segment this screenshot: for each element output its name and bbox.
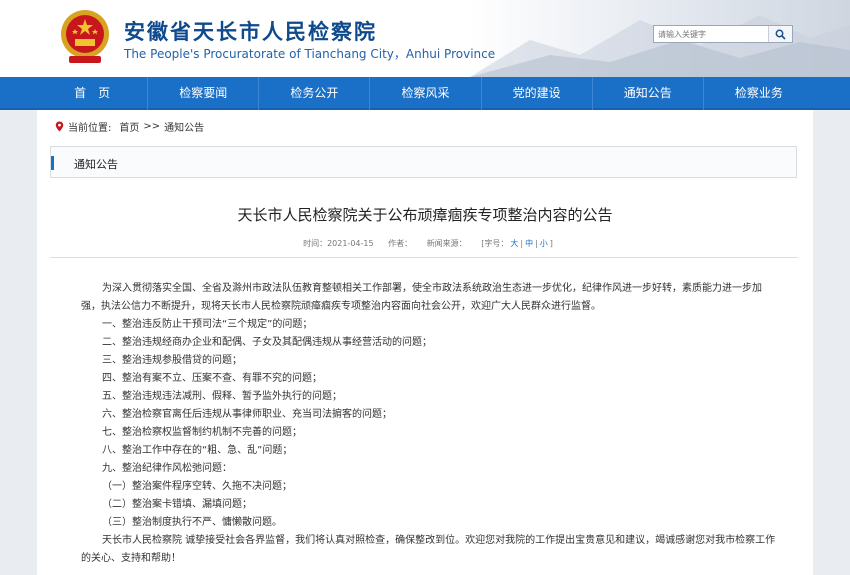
content-panel: 当前位置: 首页 >> 通知公告 通知公告 天长市人民检察院关于公布顽瘴痼疾专项… bbox=[37, 110, 813, 575]
divider bbox=[50, 257, 798, 258]
section-title: 通知公告 bbox=[74, 158, 118, 171]
nav-item-style[interactable]: 检察风采 bbox=[370, 77, 482, 110]
section-header: 通知公告 bbox=[50, 146, 797, 178]
site-header: 安徽省天长市人民检察院 The People's Procuratorate o… bbox=[0, 0, 850, 77]
site-title: 安徽省天长市人民检察院 bbox=[124, 19, 377, 44]
breadcrumb-label: 当前位置: bbox=[68, 123, 112, 134]
font-size-medium-link[interactable]: 中 bbox=[525, 239, 533, 248]
list-item: 三、整治违规参股借贷的问题； bbox=[102, 355, 242, 366]
nav-item-news[interactable]: 检察要闻 bbox=[148, 77, 260, 110]
list-item: （一）整治案件程序空转、久拖不决问题； bbox=[102, 481, 292, 492]
article-closing: 天长市人民检察院 诚挚接受社会各界监督，我们将认真对照检查，确保整改到位。欢迎您… bbox=[81, 535, 776, 564]
article-intro: 为深入贯彻落实全国、全省及滁州市政法队伍教育整顿相关工作部署，使全市政法系统政治… bbox=[81, 283, 762, 312]
breadcrumb-current-link[interactable]: 通知公告 bbox=[164, 119, 204, 134]
site-subtitle: The People's Procuratorate of Tianchang … bbox=[124, 47, 496, 61]
nav-item-home[interactable]: 首 页 bbox=[37, 77, 149, 110]
main-nav: 首 页 检察要闻 检务公开 检察风采 党的建设 通知公告 检察业务 bbox=[0, 77, 850, 110]
search-button[interactable] bbox=[768, 26, 792, 42]
article-body: 为深入贯彻落实全国、全省及滁州市政法队伍教育整顿相关工作部署，使全市政法系统政治… bbox=[81, 280, 781, 568]
list-item: 一、整治违反防止干预司法“三个规定”的问题； bbox=[102, 319, 313, 330]
font-size-small-link[interactable]: 小 bbox=[540, 239, 548, 248]
list-item: 八、整治工作中存在的“粗、急、乱”问题； bbox=[102, 445, 293, 456]
list-item: （三）整治制度执行不严、慵懒散问题。 bbox=[102, 517, 282, 528]
list-item: 二、整治违规经商办企业和配偶、子女及其配偶违规从事经营活动的问题； bbox=[102, 337, 432, 348]
list-item: （二）整治案卡错填、漏填问题； bbox=[102, 499, 252, 510]
nav-item-disclosure[interactable]: 检务公开 bbox=[259, 77, 371, 110]
nav-item-party[interactable]: 党的建设 bbox=[482, 77, 593, 110]
font-size-end: ] bbox=[549, 239, 553, 248]
list-item: 六、整治检察官离任后违规从事律师职业、充当司法掮客的问题； bbox=[102, 409, 392, 420]
section-accent-bar bbox=[51, 156, 54, 170]
list-item: 九、整治纪律作风松弛问题： bbox=[102, 463, 232, 474]
font-size-large-link[interactable]: 大 bbox=[510, 239, 518, 248]
list-item: 七、整治检察权监督制约机制不完善的问题； bbox=[102, 427, 302, 438]
breadcrumb-home-link[interactable]: 首页 bbox=[119, 119, 139, 134]
article-title: 天长市人民检察院关于公布顽瘴痼疾专项整治内容的公告 bbox=[237, 206, 613, 224]
breadcrumb-separator: >> bbox=[143, 121, 161, 132]
nav-item-notices[interactable]: 通知公告 bbox=[593, 77, 704, 110]
breadcrumb: 当前位置: 首页 >> 通知公告 bbox=[55, 119, 204, 134]
article-author: 作者： bbox=[388, 239, 413, 248]
article-meta: 时间：2021-04-15 作者： 新闻来源： [字号：大 | 中 | 小] bbox=[303, 239, 553, 248]
location-pin-icon bbox=[55, 121, 64, 132]
search-icon bbox=[775, 29, 786, 40]
nav-item-business[interactable]: 检察业务 bbox=[704, 77, 814, 110]
search-box bbox=[653, 25, 793, 43]
search-input[interactable] bbox=[654, 26, 768, 42]
list-item: 五、整治违规违法减刑、假释、暂予监外执行的问题； bbox=[102, 391, 342, 402]
font-size-label: [字号： bbox=[481, 239, 509, 248]
article-source: 新闻来源： bbox=[426, 239, 467, 248]
article-time: 时间：2021-04-15 bbox=[303, 239, 374, 248]
list-item: 四、整治有案不立、压案不查、有罪不究的问题； bbox=[102, 373, 322, 384]
national-emblem-icon bbox=[61, 10, 109, 63]
